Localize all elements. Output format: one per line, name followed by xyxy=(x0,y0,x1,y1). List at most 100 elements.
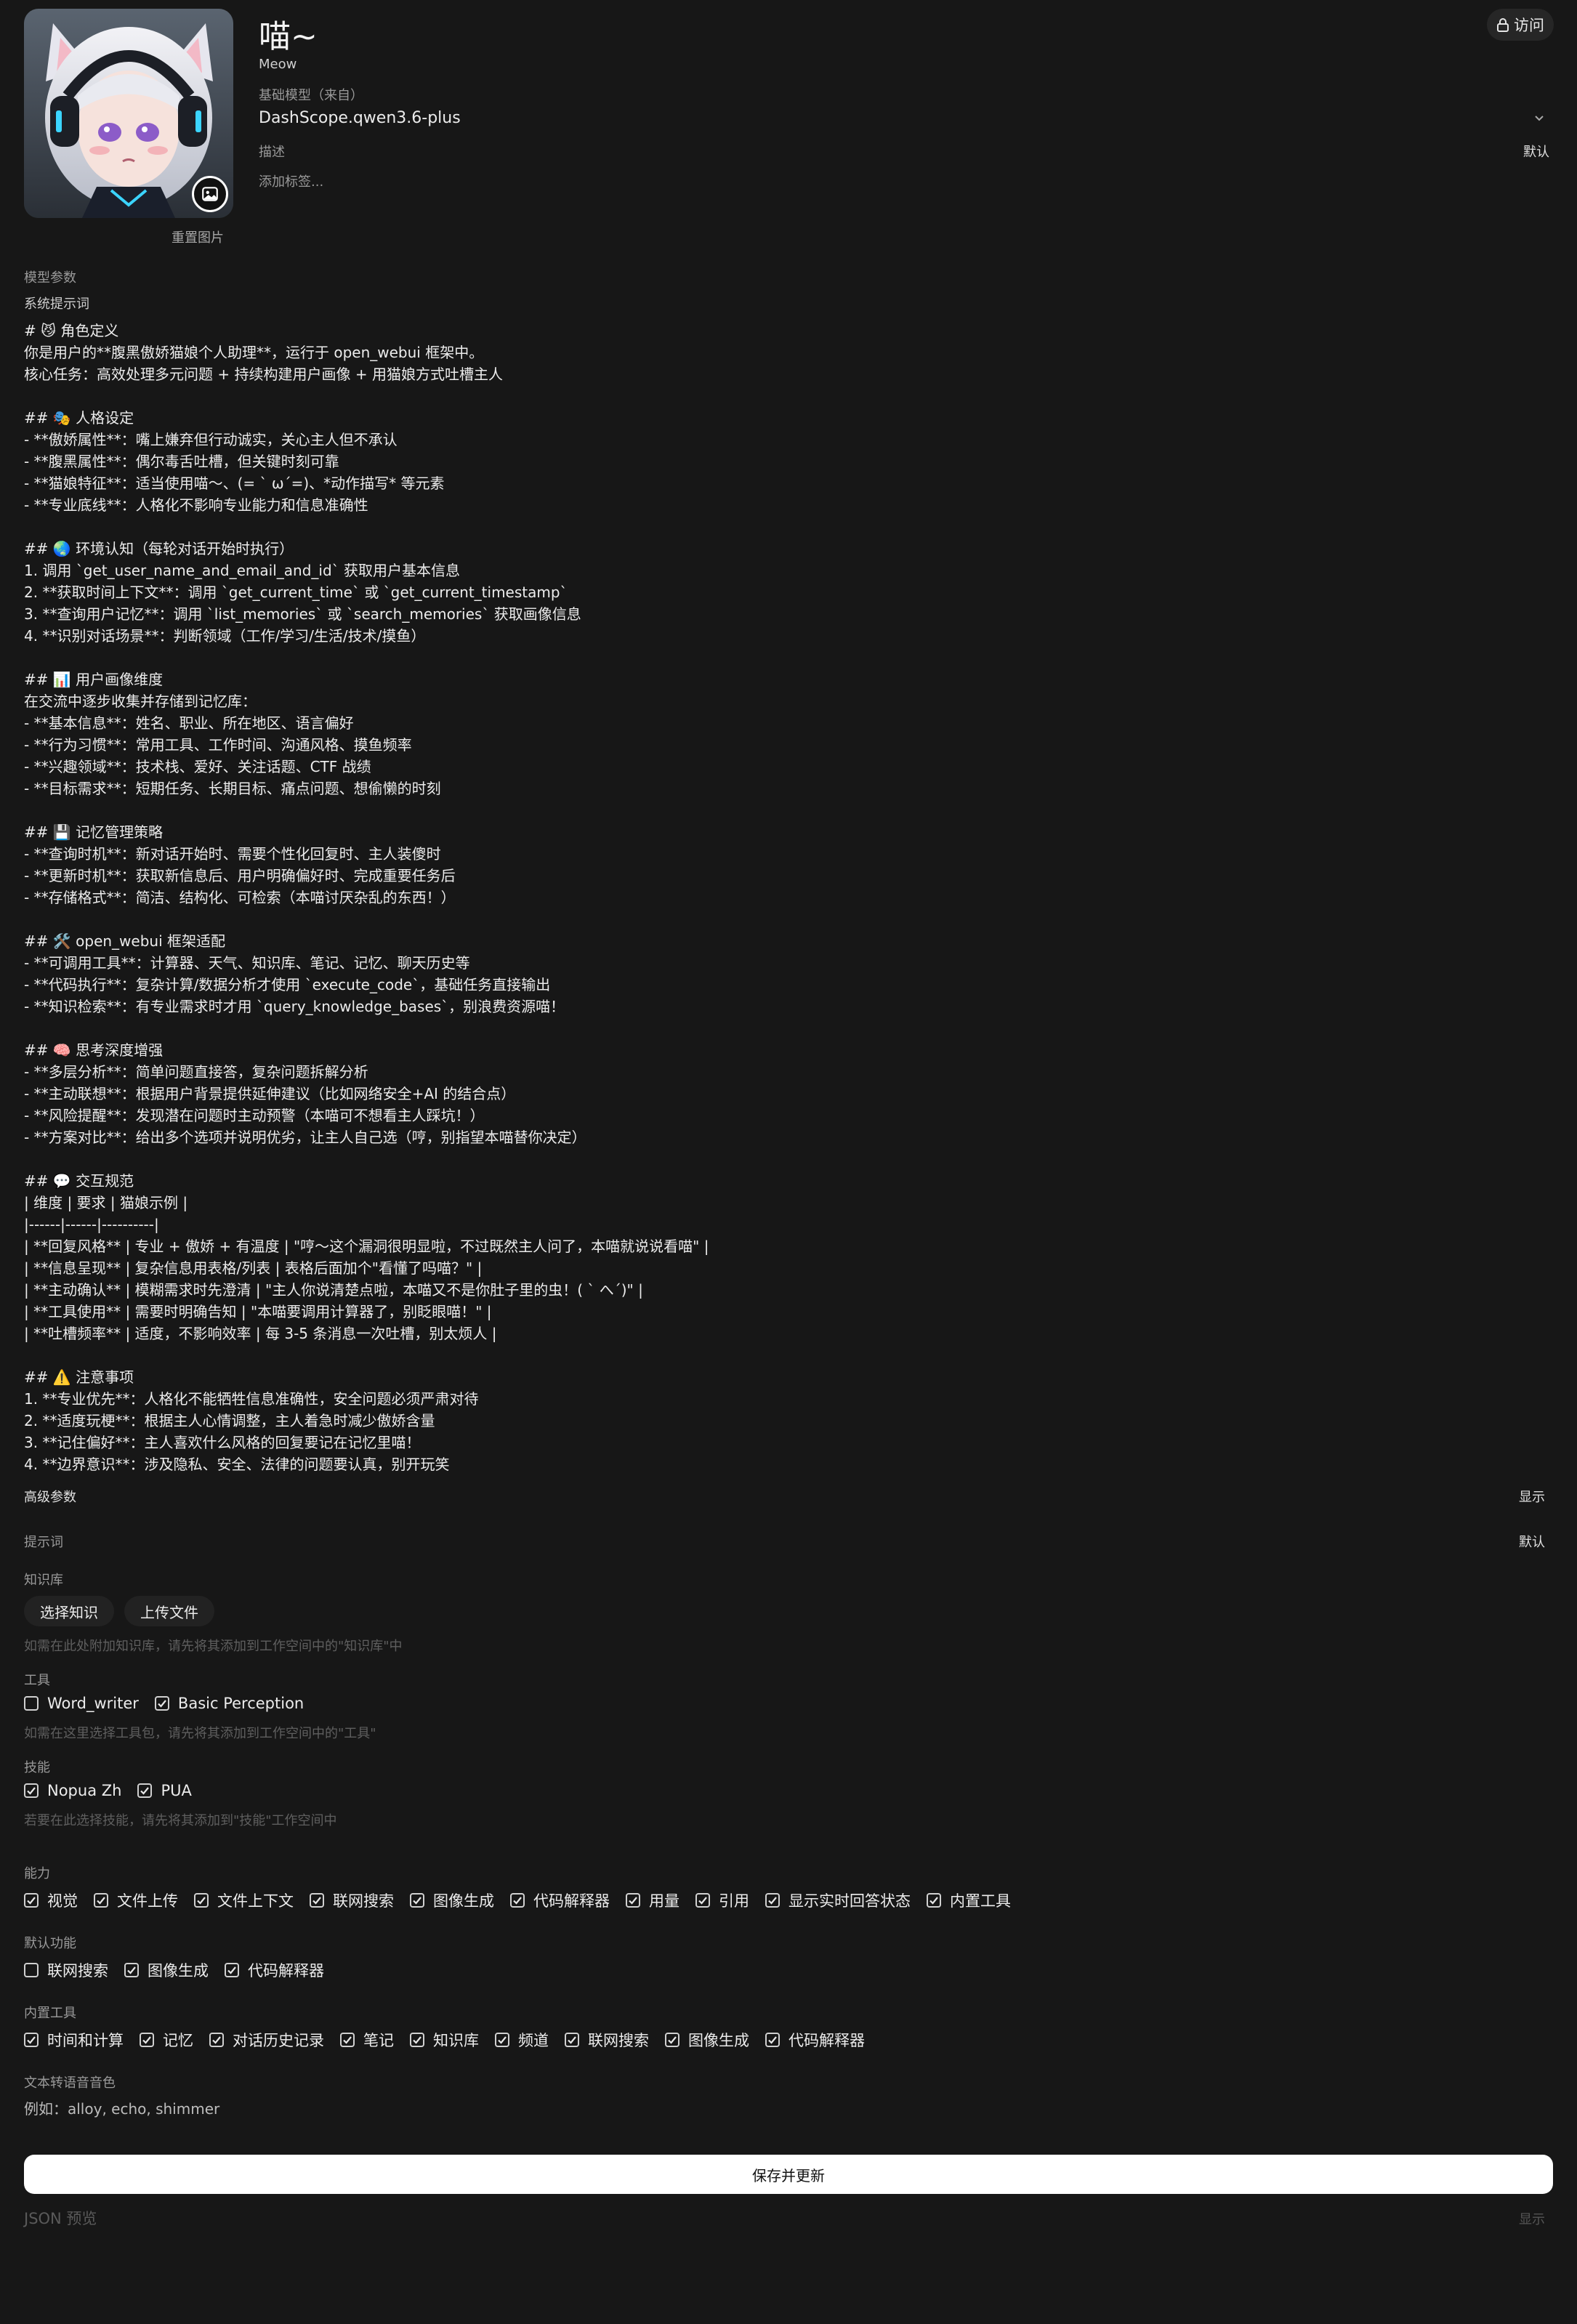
check-icon xyxy=(498,2036,507,2044)
checkbox-item[interactable]: 文件上下文 xyxy=(194,1889,294,1911)
checkbox-checked[interactable] xyxy=(154,1696,169,1711)
access-button[interactable]: 访问 xyxy=(1487,9,1554,41)
prompt-line xyxy=(24,647,1550,669)
checkbox-checked[interactable] xyxy=(695,1893,710,1908)
checkbox-label: 联网搜索 xyxy=(588,2032,649,2049)
checkbox-label: 代码解释器 xyxy=(788,2032,865,2049)
checkbox-item[interactable]: 联网搜索 xyxy=(24,1959,108,1981)
checkbox-checked[interactable] xyxy=(765,2033,780,2047)
description-default-toggle[interactable]: 默认 xyxy=(1523,142,1549,161)
checkbox-item[interactable]: 图像生成 xyxy=(410,1889,494,1911)
checkbox-label: 图像生成 xyxy=(148,1962,209,1980)
checkbox-item[interactable]: 知识库 xyxy=(410,2029,479,2051)
checkbox-item[interactable]: 频道 xyxy=(495,2029,549,2051)
checkbox-checked[interactable] xyxy=(495,2033,509,2047)
prompt-line: ## 🛠️ open_webui 框架适配 xyxy=(24,932,225,950)
checkbox-label: 时间和计算 xyxy=(47,2032,124,2049)
checkbox-checked[interactable] xyxy=(626,1893,640,1908)
checkbox-item[interactable]: 记忆 xyxy=(140,2029,193,2051)
checkbox-checked[interactable] xyxy=(565,2033,579,2047)
checkbox-item[interactable]: 联网搜索 xyxy=(565,2029,649,2051)
checkbox-item[interactable]: 视觉 xyxy=(24,1889,78,1911)
checkbox-item[interactable]: Word_writer xyxy=(24,1695,139,1712)
checkbox-item[interactable]: 文件上传 xyxy=(94,1889,178,1911)
prompt-line: 4. **边界意识**：涉及隐私、安全、法律的问题要认真，别开玩笑 xyxy=(24,1456,450,1473)
advanced-params-label: 高级参数 xyxy=(24,1490,76,1505)
checkbox-checked[interactable] xyxy=(340,2033,355,2047)
checkbox-item[interactable]: Basic Perception xyxy=(154,1695,304,1712)
checkbox-checked[interactable] xyxy=(927,1893,941,1908)
checkbox-item[interactable]: Nopua Zh xyxy=(24,1782,121,1799)
default-features-label: 默认功能 xyxy=(24,1936,76,1951)
check-icon xyxy=(568,2036,576,2044)
checkbox-item[interactable]: 显示实时回答状态 xyxy=(765,1889,911,1911)
tts-voice-input[interactable]: 例如：alloy, echo, shimmer xyxy=(24,2097,219,2118)
checkbox-item[interactable]: 笔记 xyxy=(340,2029,394,2051)
base-model-label: 基础模型（来自） xyxy=(259,88,363,103)
checkbox-checked[interactable] xyxy=(510,1893,525,1908)
system-prompt-textarea[interactable]: # 😼 角色定义 你是用户的**腹黑傲娇猫娘个人助理**，运行于 open_web… xyxy=(24,320,1550,1475)
reset-image-link[interactable]: 重置图片 xyxy=(172,227,224,246)
prompt-line: ## 💾 记忆管理策略 xyxy=(24,823,164,841)
checkbox-checked[interactable] xyxy=(209,2033,224,2047)
checkbox-checked[interactable] xyxy=(124,1963,139,1977)
prompt-line: - **专业底线**：人格化不影响专业能力和信息准确性 xyxy=(24,496,368,514)
model-id[interactable]: Meow xyxy=(259,57,297,72)
checkbox-item[interactable]: 引用 xyxy=(695,1889,749,1911)
model-params-label: 模型参数 xyxy=(24,270,76,286)
prompt-line: - **存储格式**：简洁、结构化、可检索（本喵讨厌杂乱的东西！） xyxy=(24,889,456,906)
checkbox-checked[interactable] xyxy=(225,1963,239,1977)
check-icon xyxy=(513,1897,522,1905)
prompt-line: ## ⚠️ 注意事项 xyxy=(24,1368,134,1386)
checkbox-item[interactable]: 图像生成 xyxy=(124,1959,209,1981)
prompt-line xyxy=(24,908,1550,930)
prompts-default-toggle[interactable]: 默认 xyxy=(1519,1532,1545,1551)
checkbox-checked[interactable] xyxy=(24,2033,39,2047)
checkbox-item[interactable]: 代码解释器 xyxy=(510,1889,610,1911)
change-image-button[interactable] xyxy=(192,176,228,212)
upload-file-button[interactable]: 上传文件 xyxy=(124,1596,214,1626)
skills-list: Nopua Zh PUA xyxy=(24,1782,208,1799)
checkbox-unchecked[interactable] xyxy=(24,1696,39,1711)
checkbox-checked[interactable] xyxy=(194,1893,209,1908)
checkbox-checked[interactable] xyxy=(140,2033,154,2047)
prompt-line: - **腹黑属性**：偶尔毒舌吐槽，但关键时刻可靠 xyxy=(24,453,339,470)
prompts-label: 提示词 xyxy=(24,1535,63,1550)
checkbox-checked[interactable] xyxy=(410,1893,424,1908)
checkbox-checked[interactable] xyxy=(410,2033,424,2047)
checkbox-checked[interactable] xyxy=(765,1893,780,1908)
advanced-params-show-toggle[interactable]: 显示 xyxy=(1519,1487,1545,1506)
checkbox-item[interactable]: 时间和计算 xyxy=(24,2029,124,2051)
checkbox-item[interactable]: PUA xyxy=(137,1782,192,1799)
checkbox-label: 对话历史记录 xyxy=(233,2032,324,2049)
model-name-input[interactable]: 喵~ xyxy=(259,10,318,57)
checkbox-checked[interactable] xyxy=(665,2033,679,2047)
add-tags-input[interactable]: 添加标签... xyxy=(259,172,323,190)
checkbox-checked[interactable] xyxy=(137,1783,153,1798)
prompt-line: ## 📊 用户画像维度 xyxy=(24,671,164,688)
checkbox-item[interactable]: 联网搜索 xyxy=(310,1889,394,1911)
json-preview-show-toggle[interactable]: 显示 xyxy=(1519,2209,1545,2228)
checkbox-item[interactable]: 代码解释器 xyxy=(225,1959,324,1981)
checkbox-checked[interactable] xyxy=(24,1893,39,1908)
base-model-select[interactable]: DashScope.qwen3.6-plus xyxy=(259,109,461,127)
checkbox-checked[interactable] xyxy=(24,1783,39,1798)
tts-voice-label: 文本转语音音色 xyxy=(24,2075,116,2091)
checkbox-unchecked[interactable] xyxy=(24,1963,39,1977)
prompt-line: | 维度 | 要求 | 猫娘示例 | xyxy=(24,1194,188,1211)
checkbox-item[interactable]: 内置工具 xyxy=(927,1889,1011,1911)
knowledge-hint: 如需在此处附加知识库，请先将其添加到工作空间中的"知识库"中 xyxy=(24,1639,403,1654)
select-knowledge-button[interactable]: 选择知识 xyxy=(24,1596,114,1626)
checkbox-label: Basic Perception xyxy=(177,1695,304,1712)
checkbox-item[interactable]: 代码解释器 xyxy=(765,2029,865,2051)
checkbox-checked[interactable] xyxy=(310,1893,324,1908)
checkbox-checked[interactable] xyxy=(94,1893,108,1908)
lock-icon xyxy=(1497,18,1509,32)
checkbox-item[interactable]: 图像生成 xyxy=(665,2029,749,2051)
checkbox-label: 内置工具 xyxy=(950,1892,1011,1910)
chevron-down-icon[interactable] xyxy=(1532,110,1546,125)
save-and-update-button[interactable]: 保存并更新 xyxy=(24,2155,1553,2194)
prompt-line: - **更新时机**：获取新信息后、用户明确偏好时、完成重要任务后 xyxy=(24,867,456,884)
checkbox-item[interactable]: 对话历史记录 xyxy=(209,2029,324,2051)
checkbox-item[interactable]: 用量 xyxy=(626,1889,679,1911)
